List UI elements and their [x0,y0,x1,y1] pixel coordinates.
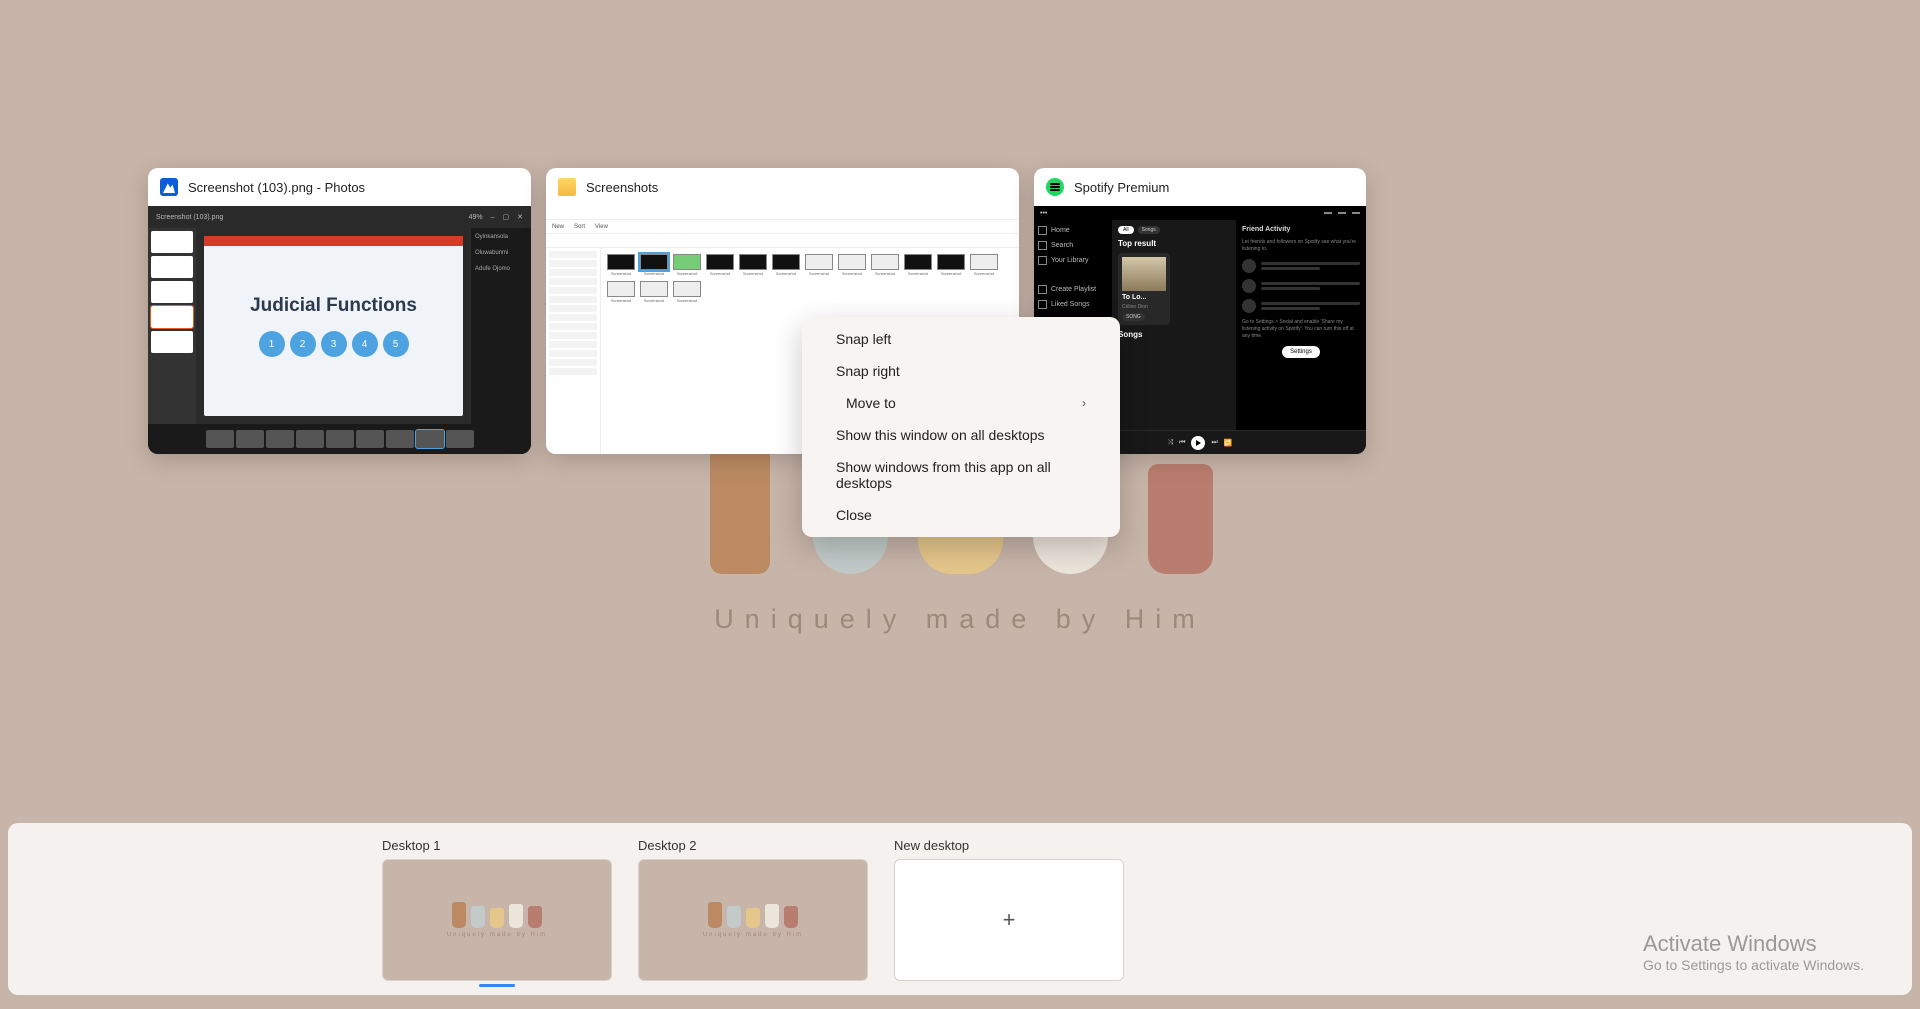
desktop-1[interactable]: Desktop 1 Uniquely made by Him [382,838,612,981]
next-icon: ⏭ [1211,439,1217,447]
activate-subtitle: Go to Settings to activate Windows. [1643,957,1864,973]
task-view-windows: Screenshot (103).png - Photos Screenshot… [148,168,1366,454]
photos-app-icon [160,178,178,196]
activate-windows-watermark: Activate Windows Go to Settings to activ… [1643,931,1864,973]
tile-header: Spotify Premium [1034,168,1366,206]
desktop-label: Desktop 2 [638,838,868,853]
spotify-content: AllSongs Top result To Lo... Céline Dion… [1112,220,1236,430]
maximize-icon: ▢ [503,213,510,221]
desktop-2[interactable]: Desktop 2 Uniquely made by Him [638,838,868,981]
menu-show-app-all[interactable]: Show windows from this app on all deskto… [802,451,1120,499]
spotify-friend-activity: Friend Activity Let friends and follower… [1236,220,1366,430]
top-result-heading: Top result [1118,239,1230,248]
prev-icon: ⏮ [1179,439,1185,447]
spotify-icon [1046,178,1064,196]
photos-zoom: 49% [469,214,483,221]
window-context-menu: Snap left Snap right Move to› Show this … [802,317,1120,537]
powerpoint-slide: Judicial Functions 12345 [204,236,463,416]
menu-show-window-all[interactable]: Show this window on all desktops [802,419,1120,451]
spotify-result-card: To Lo... Céline Dion SONG [1118,253,1170,325]
tile-title: Screenshot (103).png - Photos [188,180,365,195]
menu-snap-left[interactable]: Snap left [802,323,1120,355]
photos-filmstrip [148,424,531,454]
menu-move-to[interactable]: Move to› [802,387,1120,419]
minimize-icon: – [491,214,495,221]
tile-title: Screenshots [586,180,658,195]
desktop-thumbnail[interactable]: Uniquely made by Him [382,859,612,981]
new-desktop-button[interactable]: + [894,859,1124,981]
explorer-nav [546,248,601,454]
spotify-settings-button: Settings [1282,346,1320,358]
folder-icon [558,178,576,196]
powerpoint-speakers-panel: Oyinkansola Oluwabunmi Adufe Ojomo [471,228,531,424]
plus-icon: + [1003,907,1016,933]
slide-title: Judicial Functions [250,295,417,317]
shuffle-icon: ⤨ [1168,439,1174,447]
wallpaper-caption: Uniquely made by Him [714,604,1206,635]
menu-snap-right[interactable]: Snap right [802,355,1120,387]
activate-title: Activate Windows [1643,931,1864,957]
menu-close[interactable]: Close [802,499,1120,531]
close-icon: ✕ [517,213,523,221]
photos-preview: Screenshot (103).png 49% – ▢ ✕ Judicial … [148,206,531,454]
tile-header: Screenshots [546,168,1019,206]
tile-title: Spotify Premium [1074,180,1169,195]
virtual-desktops-strip: Desktop 1 Uniquely made by Him Desktop 2… [8,823,1912,995]
tile-header: Screenshot (103).png - Photos [148,168,531,206]
desktop-label: New desktop [894,838,1124,853]
window-tile-photos[interactable]: Screenshot (103).png - Photos Screenshot… [148,168,531,454]
new-desktop[interactable]: New desktop + [894,838,1124,981]
repeat-icon: 🔁 [1224,439,1233,447]
play-icon [1191,436,1205,450]
photos-filename: Screenshot (103).png [156,214,223,221]
desktop-thumbnail[interactable]: Uniquely made by Him [638,859,868,981]
chevron-right-icon: › [1082,396,1086,410]
desktop-label: Desktop 1 [382,838,612,853]
powerpoint-thumbnails [148,228,196,424]
